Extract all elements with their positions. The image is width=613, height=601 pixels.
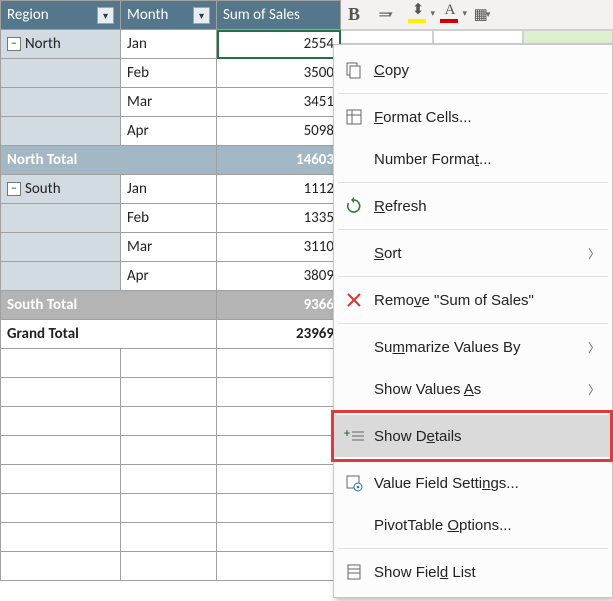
table-row[interactable]: Mar 3110: [1, 233, 341, 262]
month-cell[interactable]: Mar: [121, 88, 217, 117]
table-row[interactable]: Mar 3451: [1, 88, 341, 117]
empty-row[interactable]: [1, 407, 341, 436]
remove-icon: [334, 292, 374, 308]
highlight-button[interactable]: ⬍ ▾: [405, 4, 431, 26]
bold-button[interactable]: B: [341, 4, 367, 26]
month-cell[interactable]: Apr: [121, 262, 217, 291]
month-cell[interactable]: Feb: [121, 204, 217, 233]
settings-icon: [334, 474, 374, 492]
value-cell[interactable]: 1112: [217, 175, 341, 204]
mini-toolbar: B ═▾ ⬍ ▾ A ▾ ▦▾: [333, 0, 613, 30]
header-month[interactable]: Month▾: [121, 1, 217, 30]
align-button[interactable]: ═▾: [373, 4, 399, 26]
month-cell[interactable]: Apr: [121, 117, 217, 146]
grand-total-row[interactable]: Grand Total 23969: [1, 320, 341, 349]
value-cell[interactable]: 3500: [217, 59, 341, 88]
collapse-north-icon[interactable]: −: [7, 37, 21, 51]
menu-separator: [338, 412, 608, 413]
value-cell[interactable]: 3809: [217, 262, 341, 291]
empty-row[interactable]: [1, 378, 341, 407]
value-cell[interactable]: 3110: [217, 233, 341, 262]
menu-show-field-list[interactable]: Show Field List: [334, 551, 612, 593]
menu-value-field-settings[interactable]: Value Field Settings...: [334, 462, 612, 504]
menu-pivot-options[interactable]: PivotTable Options...: [334, 504, 612, 546]
menu-summarize[interactable]: Summarize Values By 〉: [334, 326, 612, 368]
menu-show-values-as[interactable]: Show Values As 〉: [334, 368, 612, 410]
empty-row[interactable]: [1, 523, 341, 552]
pivot-table[interactable]: Region▾ Month▾ Sum of Sales −North Jan 2…: [0, 0, 341, 581]
grand-total-value: 23969: [217, 320, 341, 349]
subtotal-value: 9366: [217, 291, 341, 320]
submenu-arrow-icon: 〉: [586, 381, 602, 398]
subtotal-value: 14603: [217, 146, 341, 175]
menu-remove[interactable]: Remove "Sum of Sales": [334, 279, 612, 321]
format-cells-icon: [334, 108, 374, 126]
menu-copy[interactable]: Copy: [334, 49, 612, 91]
menu-sort[interactable]: Sort 〉: [334, 232, 612, 274]
context-menu: Copy Format Cells... Number Format... Re…: [333, 44, 613, 598]
table-row[interactable]: Feb 1335: [1, 204, 341, 233]
menu-separator: [338, 548, 608, 549]
value-cell[interactable]: 2554: [217, 30, 341, 59]
table-row[interactable]: Apr 5098: [1, 117, 341, 146]
empty-row[interactable]: [1, 494, 341, 523]
subtotal-row[interactable]: South Total 9366: [1, 291, 341, 320]
region-label: South: [25, 180, 61, 198]
grand-total-label: Grand Total: [1, 320, 217, 349]
copy-icon: [334, 61, 374, 79]
collapse-south-icon[interactable]: −: [7, 182, 21, 196]
borders-button[interactable]: ▦▾: [469, 4, 495, 26]
menu-separator: [338, 459, 608, 460]
month-filter-dropdown[interactable]: ▾: [193, 7, 210, 24]
subtotal-row[interactable]: North Total 14603: [1, 146, 341, 175]
submenu-arrow-icon: 〉: [586, 339, 602, 356]
menu-separator: [338, 93, 608, 94]
month-cell[interactable]: Mar: [121, 233, 217, 262]
field-list-icon: [334, 563, 374, 581]
svg-text:+: +: [344, 428, 350, 441]
font-color-button[interactable]: A ▾: [437, 4, 463, 26]
header-region[interactable]: Region▾: [1, 1, 121, 30]
value-cell[interactable]: 1335: [217, 204, 341, 233]
worksheet-cells-peek: [333, 30, 613, 44]
menu-separator: [338, 229, 608, 230]
month-cell[interactable]: Feb: [121, 59, 217, 88]
menu-separator: [338, 182, 608, 183]
table-row[interactable]: Apr 3809: [1, 262, 341, 291]
month-cell[interactable]: Jan: [121, 30, 217, 59]
empty-row[interactable]: [1, 436, 341, 465]
submenu-arrow-icon: 〉: [586, 245, 602, 262]
header-sales[interactable]: Sum of Sales: [217, 1, 341, 30]
menu-show-details[interactable]: + Show Details: [334, 415, 612, 457]
empty-row[interactable]: [1, 349, 341, 378]
subtotal-label: North Total: [1, 146, 217, 175]
refresh-icon: [334, 197, 374, 215]
menu-separator: [338, 276, 608, 277]
value-cell[interactable]: 5098: [217, 117, 341, 146]
empty-row[interactable]: [1, 552, 341, 581]
menu-separator: [338, 323, 608, 324]
empty-row[interactable]: [1, 465, 341, 494]
menu-refresh[interactable]: Refresh: [334, 185, 612, 227]
menu-number-format[interactable]: Number Format...: [334, 138, 612, 180]
subtotal-label: South Total: [1, 291, 217, 320]
table-row[interactable]: Feb 3500: [1, 59, 341, 88]
region-filter-dropdown[interactable]: ▾: [97, 7, 114, 24]
menu-format-cells[interactable]: Format Cells...: [334, 96, 612, 138]
value-cell[interactable]: 3451: [217, 88, 341, 117]
table-row[interactable]: −North Jan 2554: [1, 30, 341, 59]
pivot-header-row: Region▾ Month▾ Sum of Sales: [1, 1, 341, 30]
table-row[interactable]: −South Jan 1112: [1, 175, 341, 204]
region-label: North: [25, 35, 61, 53]
show-details-icon: +: [334, 428, 374, 444]
month-cell[interactable]: Jan: [121, 175, 217, 204]
